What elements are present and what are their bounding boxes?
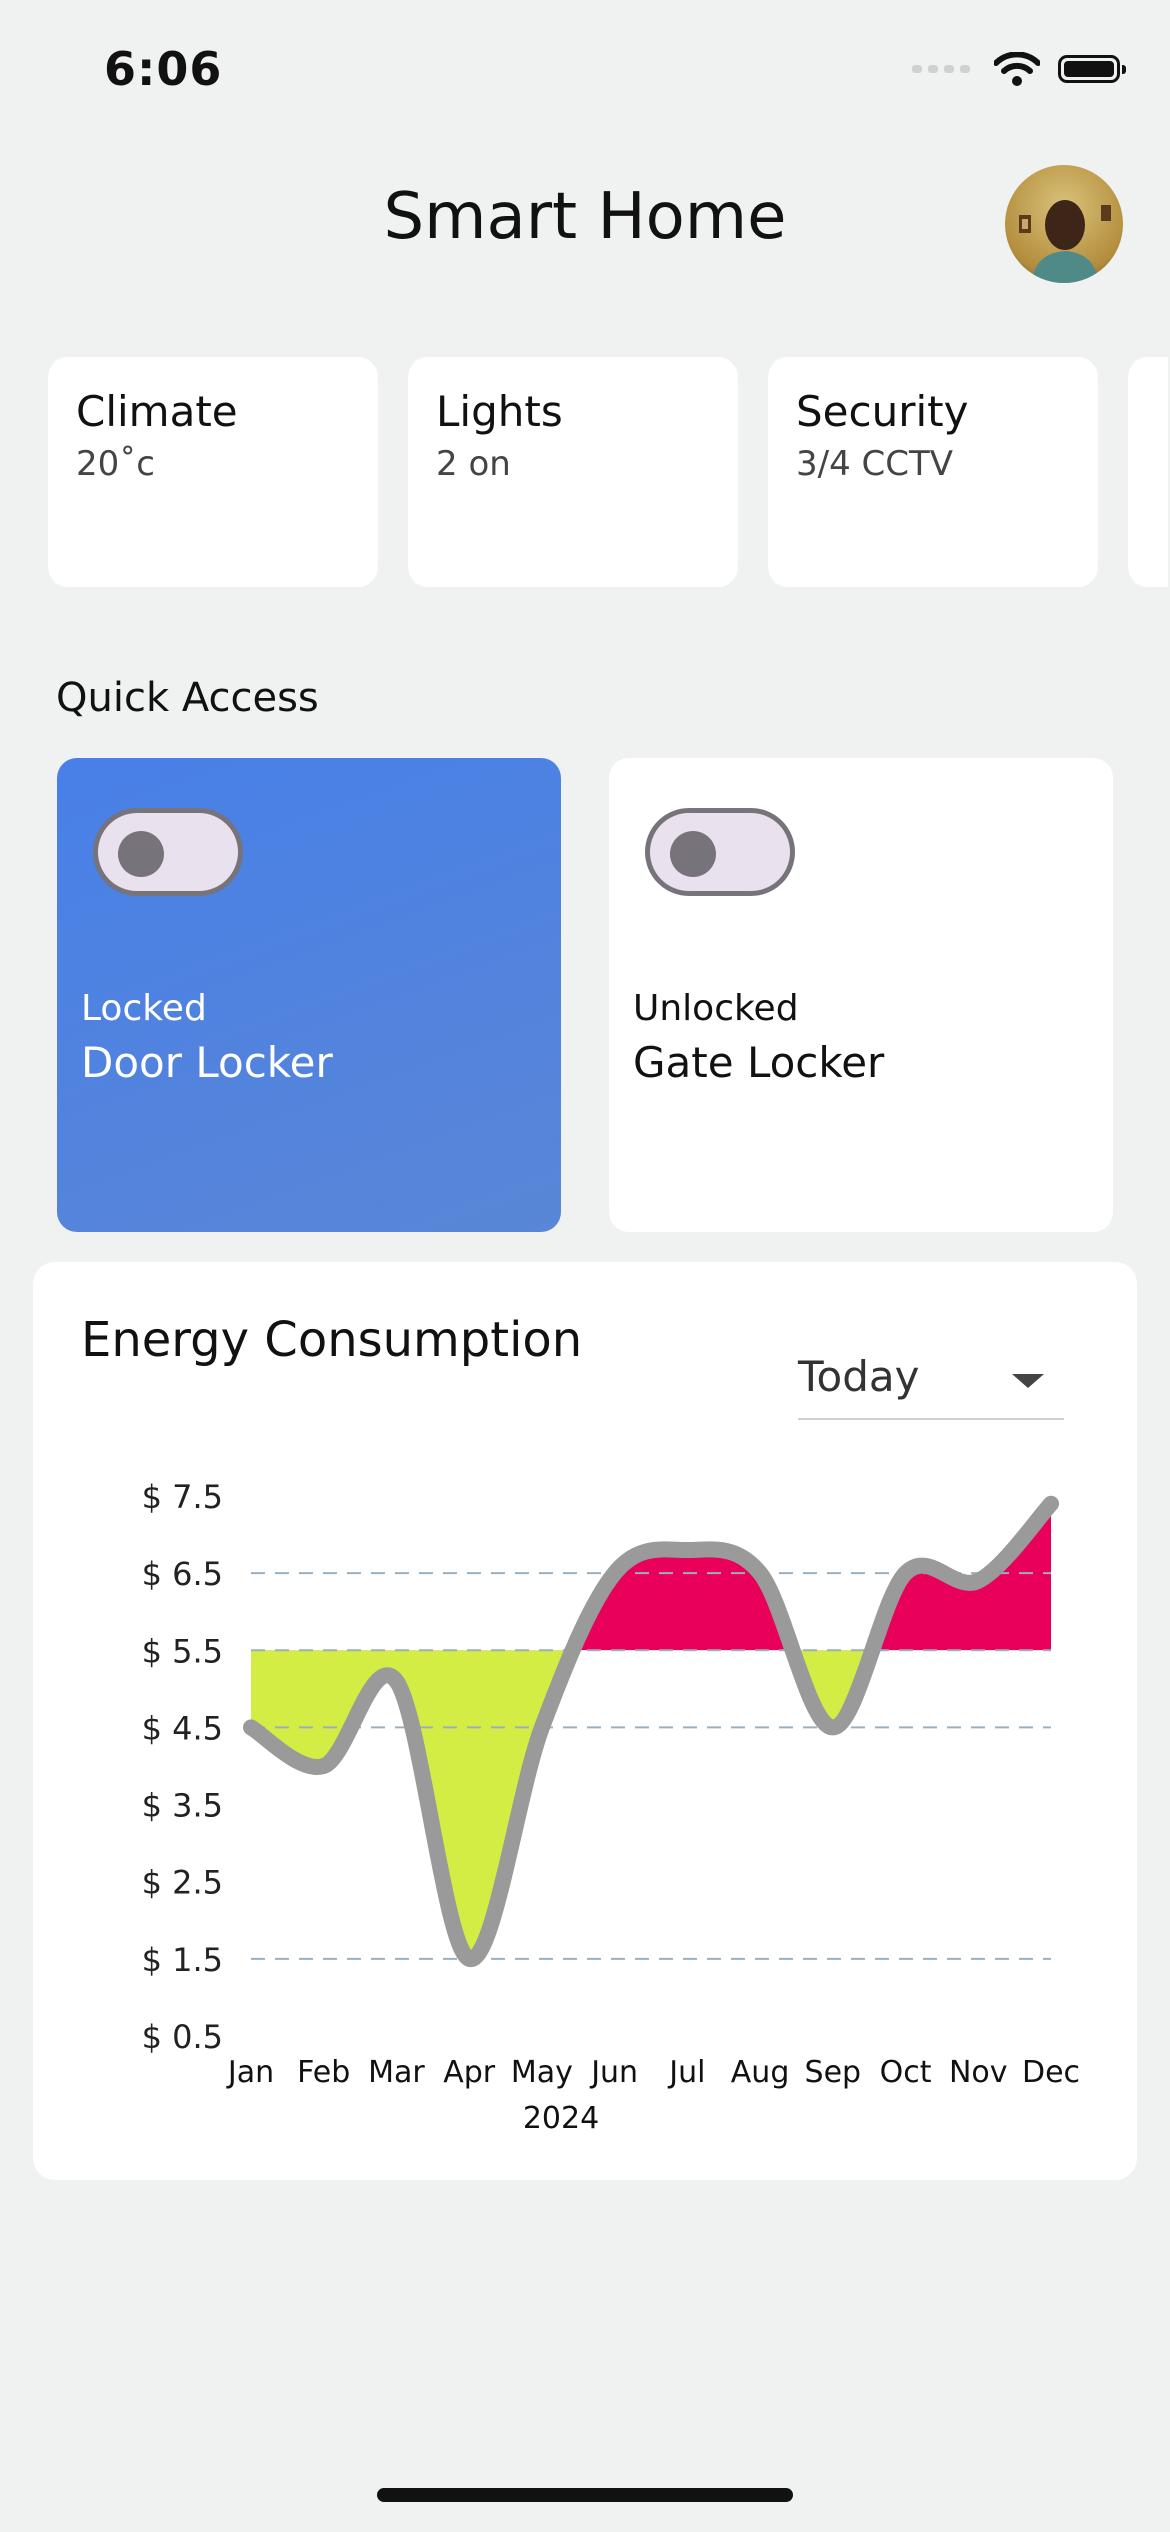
home-indicator[interactable] [377,2488,793,2502]
status-time: 6:06 [104,42,223,96]
avatar[interactable] [1005,165,1123,283]
wifi-icon [994,52,1040,86]
category-card-lights[interactable]: Lights 2 on [408,357,738,587]
gate-locker-label: Gate Locker [633,1038,885,1087]
door-locker-state: Locked [81,988,207,1029]
gate-locker-state: Unlocked [633,988,799,1029]
category-card-climate[interactable]: Climate 20˚c [48,357,378,587]
category-card-security[interactable]: Security 3/4 CCTV [768,357,1098,587]
x-tick-label: Feb [297,2055,350,2090]
x-tick-label: Apr [443,2055,496,2090]
x-tick-label: Nov [949,2055,1008,2090]
x-tick-label: Dec [1022,2055,1080,2090]
category-name: Climate [76,387,238,436]
door-locker-label: Door Locker [81,1038,333,1087]
door-locker-tile[interactable]: Locked Door Locker [57,758,561,1232]
door-locker-toggle[interactable] [93,808,243,896]
x-tick-label: Oct [880,2055,932,2090]
toggle-knob [118,831,164,877]
x-tick-label: Sep [805,2055,862,2090]
y-tick-label: $ 4.5 [142,1709,223,1747]
x-tick-label: Jan [226,2055,274,2090]
gate-locker-tile[interactable]: Unlocked Gate Locker [609,758,1113,1232]
quick-access-label: Quick Access [56,675,319,721]
user-avatar-icon [1019,200,1111,283]
energy-chart-panel: $ 7.5 $ 6.5 $ 5.5 $ 4.5 $ 3.5 $ 2.5 $ 1.5 $ 0.5… [33,1432,1137,2180]
x-tick-label: Mar [368,2055,425,2090]
page-title: Smart Home [383,180,787,254]
energy-chart: $ 7.5 $ 6.5 $ 5.5 $ 4.5 $ 3.5 $ 2.5 $ 1.5 $ 0.5… [142,1478,1080,2136]
gate-locker-toggle[interactable] [645,808,795,896]
category-value: 3/4 CCTV [796,444,954,484]
y-tick-label: $ 7.5 [142,1478,223,1516]
y-tick-label: $ 0.5 [142,2018,223,2056]
y-tick-label: $ 1.5 [142,1941,223,1979]
energy-title: Energy Consumption [81,1312,583,1368]
category-name: Lights [436,387,563,436]
x-tick-label: Jul [667,2055,705,2090]
x-tick-label: May [511,2055,573,2090]
category-value: 2 on [436,444,511,484]
period-dropdown[interactable]: Today [798,1342,1064,1420]
category-value: 20˚c [76,444,155,484]
cellular-signal-icon [912,65,970,73]
category-name: Security [796,387,969,436]
chevron-down-icon [1012,1374,1044,1388]
toggle-knob [670,831,716,877]
x-tick-label: Jun [589,2055,638,2090]
y-tick-label: $ 3.5 [142,1787,223,1825]
y-tick-label: $ 2.5 [142,1864,223,1902]
x-axis-label: 2024 [523,2101,599,2136]
x-tick-label: Aug [731,2055,790,2090]
period-value: Today [798,1352,920,1401]
category-cards: Climate 20˚c Lights 2 on Security 3/4 CC… [48,357,1170,587]
battery-icon [1058,55,1126,83]
status-icons [912,52,1126,86]
category-card-next[interactable] [1128,357,1168,587]
y-tick-label: $ 5.5 [142,1632,223,1670]
energy-panel-header: Energy Consumption Today [33,1262,1137,1432]
y-tick-label: $ 6.5 [142,1555,223,1593]
